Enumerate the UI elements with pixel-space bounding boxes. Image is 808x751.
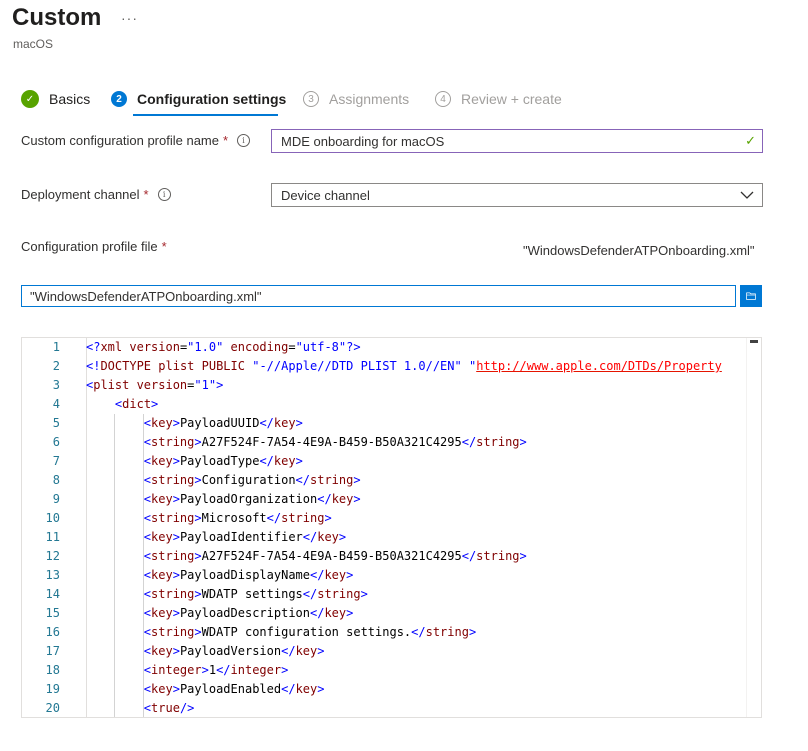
profile-name-label: Custom configuration profile name * i [21,133,251,148]
code-line: <string>Configuration</string> [143,473,361,487]
code-line: <key>PayloadIdentifier</key> [143,530,347,544]
step-configuration-settings[interactable]: 2 Configuration settings [111,89,286,109]
code-line: <string>A27F524F-7A54-4E9A-B459-B50A321C… [143,435,527,449]
deployment-channel-select[interactable]: Device channel [271,183,763,207]
config-file-input[interactable]: "WindowsDefenderATPOnboarding.xml" [21,285,736,307]
code-content[interactable]: <?xml version="1.0" encoding="utf-8"?> <… [86,338,747,717]
selected-filename: "WindowsDefenderATPOnboarding.xml" [523,243,755,258]
required-marker: * [161,239,167,254]
code-line: <key>PayloadDescription</key> [143,606,354,620]
required-marker: * [223,133,229,148]
line-number: 13 [45,568,60,582]
config-file-label: Configuration profile file * [21,239,167,254]
code-line: <string>WDATP settings</string> [143,587,368,601]
line-number: 20 [45,701,60,715]
browse-file-button[interactable] [740,285,762,307]
required-marker: * [143,187,149,202]
line-number: 3 [52,378,60,392]
line-number: 16 [45,625,60,639]
code-line: <dict> [114,397,159,411]
code-line: <!DOCTYPE plist PUBLIC "-//Apple//DTD PL… [86,359,722,373]
scrollbar-thumb[interactable] [750,340,758,343]
line-number: 9 [52,492,60,506]
active-step-underline [133,114,278,116]
deployment-channel-value: Device channel [281,187,370,203]
line-number: 11 [45,530,60,544]
code-line: <key>PayloadUUID</key> [143,416,303,430]
line-number: 5 [52,416,60,430]
line-number: 15 [45,606,60,620]
code-line: <key>PayloadDisplayName</key> [143,568,354,582]
line-number: 14 [45,587,60,601]
code-line: <plist version="1"> [86,378,224,392]
code-editor[interactable]: 1 2 3 4 5 6 7 8 9 10 11 12 13 14 15 16 1… [21,337,762,718]
info-icon[interactable]: i [237,134,251,147]
page-subtitle: macOS [13,37,54,51]
code-line: <true/> [143,701,195,715]
step-label: Configuration settings [137,91,287,107]
line-number: 18 [45,663,60,677]
code-line: <string>A27F524F-7A54-4E9A-B459-B50A321C… [143,549,527,563]
step-basics[interactable]: ✓ Basics [21,89,90,109]
line-number: 4 [52,397,60,411]
config-file-label-text: Configuration profile file [21,239,158,254]
line-number: 12 [45,549,60,563]
line-number: 1 [52,340,60,354]
line-number-gutter: 1 2 3 4 5 6 7 8 9 10 11 12 13 14 15 16 1… [22,338,87,717]
folder-icon [746,292,756,300]
deployment-channel-label-text: Deployment channel [21,187,140,202]
editor-scrollbar[interactable] [746,338,761,717]
profile-name-value: MDE onboarding for macOS [281,133,445,149]
line-number: 17 [45,644,60,658]
code-line: <key>PayloadVersion</key> [143,644,325,658]
step-review-create[interactable]: 4 Review + create [435,89,562,109]
line-number: 8 [52,473,60,487]
line-number: 10 [45,511,60,525]
line-number: 19 [45,682,60,696]
step-label: Basics [49,91,91,107]
checkmark-icon: ✓ [21,90,39,108]
profile-name-label-text: Custom configuration profile name [21,133,219,148]
info-icon[interactable]: i [157,188,171,201]
code-line: <key>PayloadEnabled</key> [143,682,325,696]
code-line: <string>Microsoft</string> [143,511,332,525]
line-number: 2 [52,359,60,373]
step-number: 2 [111,91,127,107]
profile-name-input[interactable]: MDE onboarding for macOS ✓ [271,129,763,153]
code-line: <key>PayloadType</key> [143,454,303,468]
code-line: <key>PayloadOrganization</key> [143,492,361,506]
step-label: Review + create [461,91,562,107]
line-number: 7 [52,454,60,468]
more-options-icon[interactable]: ··· [121,10,138,26]
step-number: 4 [435,91,451,107]
deployment-channel-label: Deployment channel * i [21,187,171,202]
line-number: 6 [52,435,60,449]
step-label: Assignments [329,91,410,107]
checkmark-icon: ✓ [745,133,756,148]
chevron-down-icon [740,191,754,199]
page-title: Custom [12,4,102,31]
code-line: <string>WDATP configuration settings.</s… [143,625,477,639]
code-line: <integer>1</integer> [143,663,289,677]
code-line: <?xml version="1.0" encoding="utf-8"?> [86,340,361,354]
config-file-input-value: "WindowsDefenderATPOnboarding.xml" [30,288,262,304]
step-number: 3 [303,91,319,107]
step-assignments[interactable]: 3 Assignments [303,89,409,109]
